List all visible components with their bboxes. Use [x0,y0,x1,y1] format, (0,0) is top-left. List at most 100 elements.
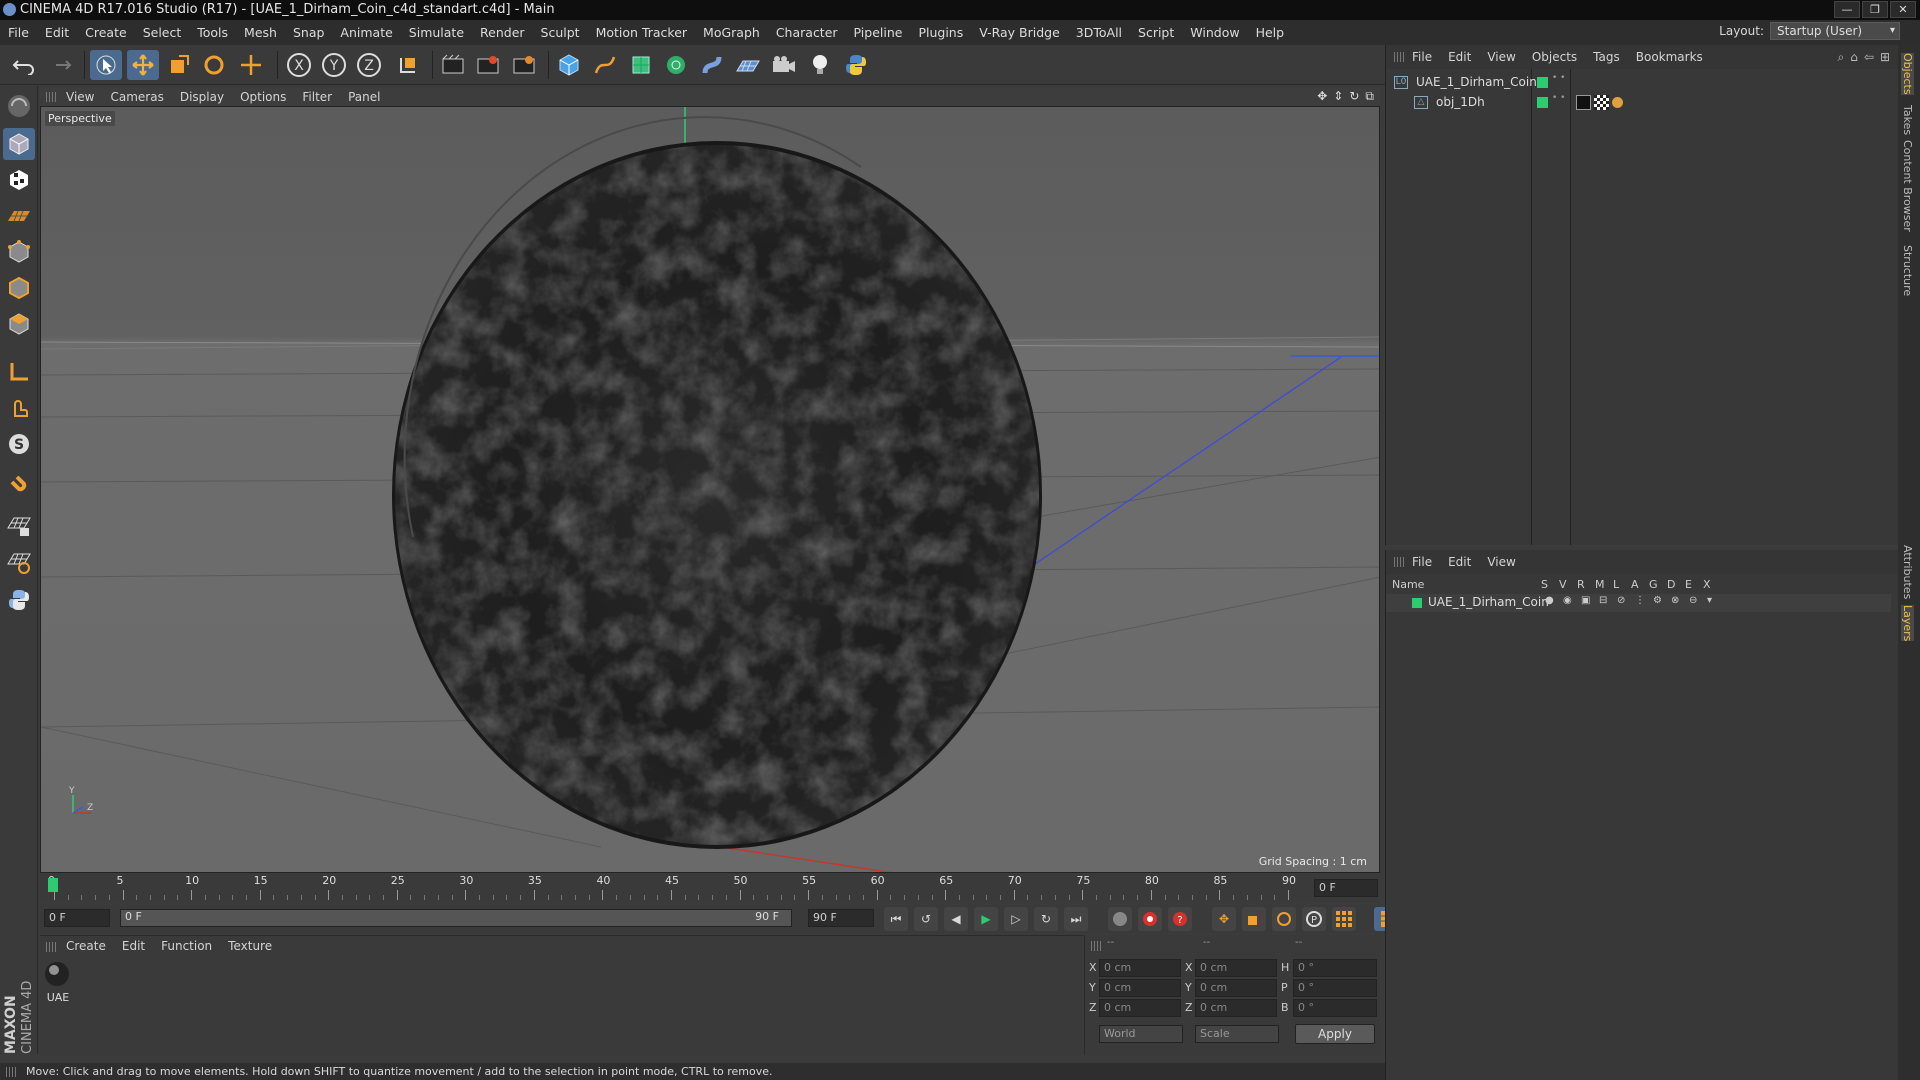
light-icon[interactable] [804,50,836,80]
record-keys-icon[interactable] [1108,907,1132,931]
menu-snap[interactable]: Snap [293,25,324,40]
cube-object-icon[interactable] [553,50,585,80]
coord-rotation-field[interactable]: 0 ° [1293,999,1377,1017]
close-icon[interactable]: ✕ [1890,1,1916,18]
side-tab-takes[interactable]: Takes [1901,105,1914,135]
points-mode-icon[interactable] [3,236,35,268]
deformer-icon[interactable] [696,50,728,80]
key-rotation-icon[interactable] [1272,907,1296,931]
live-selection-icon[interactable] [235,50,267,80]
layer-column-m[interactable]: M [1595,578,1605,591]
object-menu-tags[interactable]: Tags [1593,50,1620,64]
home-icon[interactable]: ⌂ [1850,50,1858,65]
object-menu-bookmarks[interactable]: Bookmarks [1636,50,1703,64]
menu-help[interactable]: Help [1256,25,1285,40]
menu-v-ray-bridge[interactable]: V-Ray Bridge [979,25,1060,40]
layer-color-swatch[interactable] [1412,598,1422,608]
play-icon[interactable]: ▶ [974,907,998,931]
locked-workplane-icon[interactable] [3,510,35,542]
end-frame-field[interactable]: 90 F [808,909,874,927]
coord-position-field[interactable]: 0 cm [1099,999,1181,1017]
texture-mode-icon[interactable] [3,164,35,196]
object-row[interactable]: △ obj_1Dh • • [1386,93,1899,113]
layer-column-v[interactable]: V [1559,578,1567,591]
coordinate-system-icon[interactable] [392,50,424,80]
frame-range-slider[interactable]: 0 F 90 F [120,909,792,927]
search-icon[interactable]: ⌕ [1838,50,1845,65]
viewport-menu-view[interactable]: View [66,90,94,104]
material-menu-edit[interactable]: Edit [122,939,145,953]
material-swatch[interactable]: UAE [43,960,73,1004]
select-arrow-icon[interactable] [90,50,122,80]
side-tab-structure[interactable]: Structure [1901,245,1914,296]
render-settings-icon[interactable] [508,50,540,80]
key-pla-icon[interactable] [1332,907,1356,931]
polygons-mode-icon[interactable] [3,308,35,340]
viewport-menu-options[interactable]: Options [240,90,286,104]
move-tool-icon[interactable] [127,50,159,80]
side-tab-content-browser[interactable]: Content Browser [1901,140,1914,232]
axis-mode-icon[interactable] [3,356,35,388]
menu-plugins[interactable]: Plugins [918,25,963,40]
layer-flag-icon[interactable]: ▾ [1707,595,1712,606]
phong-tag-icon[interactable] [1612,97,1623,108]
subdivision-surface-icon[interactable] [625,50,657,80]
layer-flag-icon[interactable]: ⋮ [1635,595,1645,606]
coord-rotation-field[interactable]: 0 ° [1293,959,1377,977]
python-script-icon[interactable] [3,584,35,616]
layer-menu-edit[interactable]: Edit [1448,555,1471,569]
menu-pipeline[interactable]: Pipeline [854,25,903,40]
go-to-end-icon[interactable]: ⏭ [1064,907,1088,931]
viewport-zoom-icon[interactable]: ⇕ [1333,89,1343,104]
layer-column-s[interactable]: S [1541,578,1548,591]
timeline-ruler[interactable]: 051015202530354045505560657075808590 0 F [40,874,1380,902]
coord-position-field[interactable]: 0 cm [1099,959,1181,977]
viewport-maximize-icon[interactable]: ⧉ [1365,89,1374,104]
side-tab-objects[interactable]: Objects [1901,53,1914,95]
prev-frame-icon[interactable]: ◀ [944,907,968,931]
back-icon[interactable]: ⇦ [1864,50,1874,65]
playhead[interactable] [48,878,58,892]
material-tag-icon[interactable] [1594,95,1609,110]
floor-environment-icon[interactable] [732,50,764,80]
camera-icon[interactable] [768,50,800,80]
object-menu-view[interactable]: View [1487,50,1515,64]
tweak-mode-icon[interactable] [3,392,35,424]
viewport-rotate-icon[interactable]: ↻ [1349,89,1359,104]
layer-flag-icon[interactable]: ⊗ [1671,595,1679,606]
snapping-icon[interactable]: S [3,428,35,460]
python-icon[interactable] [840,50,872,80]
menu-tools[interactable]: Tools [197,25,228,40]
render-to-picture-viewer-icon[interactable] [472,50,504,80]
object-menu-objects[interactable]: Objects [1532,50,1577,64]
make-editable-icon[interactable] [3,90,35,122]
layer-row[interactable]: UAE_1_Dirham_Coin ● ◉ ▣ ⊟ ⊘ ⋮ ⚙ ⊗ ⊖ ▾ [1386,594,1891,612]
coord-size-field[interactable]: 0 cm [1195,959,1277,977]
mograph-cloner-icon[interactable] [660,50,692,80]
menu-motion-tracker[interactable]: Motion Tracker [596,25,687,40]
render-view-icon[interactable] [437,50,469,80]
layer-flag-icon[interactable]: ⚙ [1653,595,1662,606]
layout-dropdown[interactable]: Startup (User) [1770,22,1900,40]
material-menu-create[interactable]: Create [66,939,106,953]
layer-column-r[interactable]: R [1577,578,1585,591]
viewport-menu-cameras[interactable]: Cameras [110,90,163,104]
layer-flag-icon[interactable]: ⊟ [1599,595,1607,606]
layer-color-tag[interactable] [1537,77,1548,88]
maximize-icon[interactable]: ❐ [1862,1,1888,18]
layer-menu-file[interactable]: File [1412,555,1432,569]
layer-color-tag[interactable] [1537,97,1548,108]
go-to-start-icon[interactable]: ⏮ [884,907,908,931]
viewport-move-icon[interactable]: ✥ [1317,89,1327,104]
layer-flag-icon[interactable]: ◉ [1563,595,1572,606]
object-row[interactable]: L0 UAE_1_Dirham_Coin • • [1386,73,1899,93]
texture-tag-icon[interactable] [1576,95,1591,110]
edges-mode-icon[interactable] [3,272,35,304]
coord-rotation-field[interactable]: 0 ° [1293,979,1377,997]
minimize-icon[interactable]: — [1834,1,1860,18]
layer-column-a[interactable]: A [1631,578,1639,591]
menu-select[interactable]: Select [143,25,182,40]
record-active-icon[interactable] [1138,907,1162,931]
x-axis-lock-icon[interactable]: X [283,50,315,80]
next-frame-icon[interactable]: ▷ [1004,907,1028,931]
